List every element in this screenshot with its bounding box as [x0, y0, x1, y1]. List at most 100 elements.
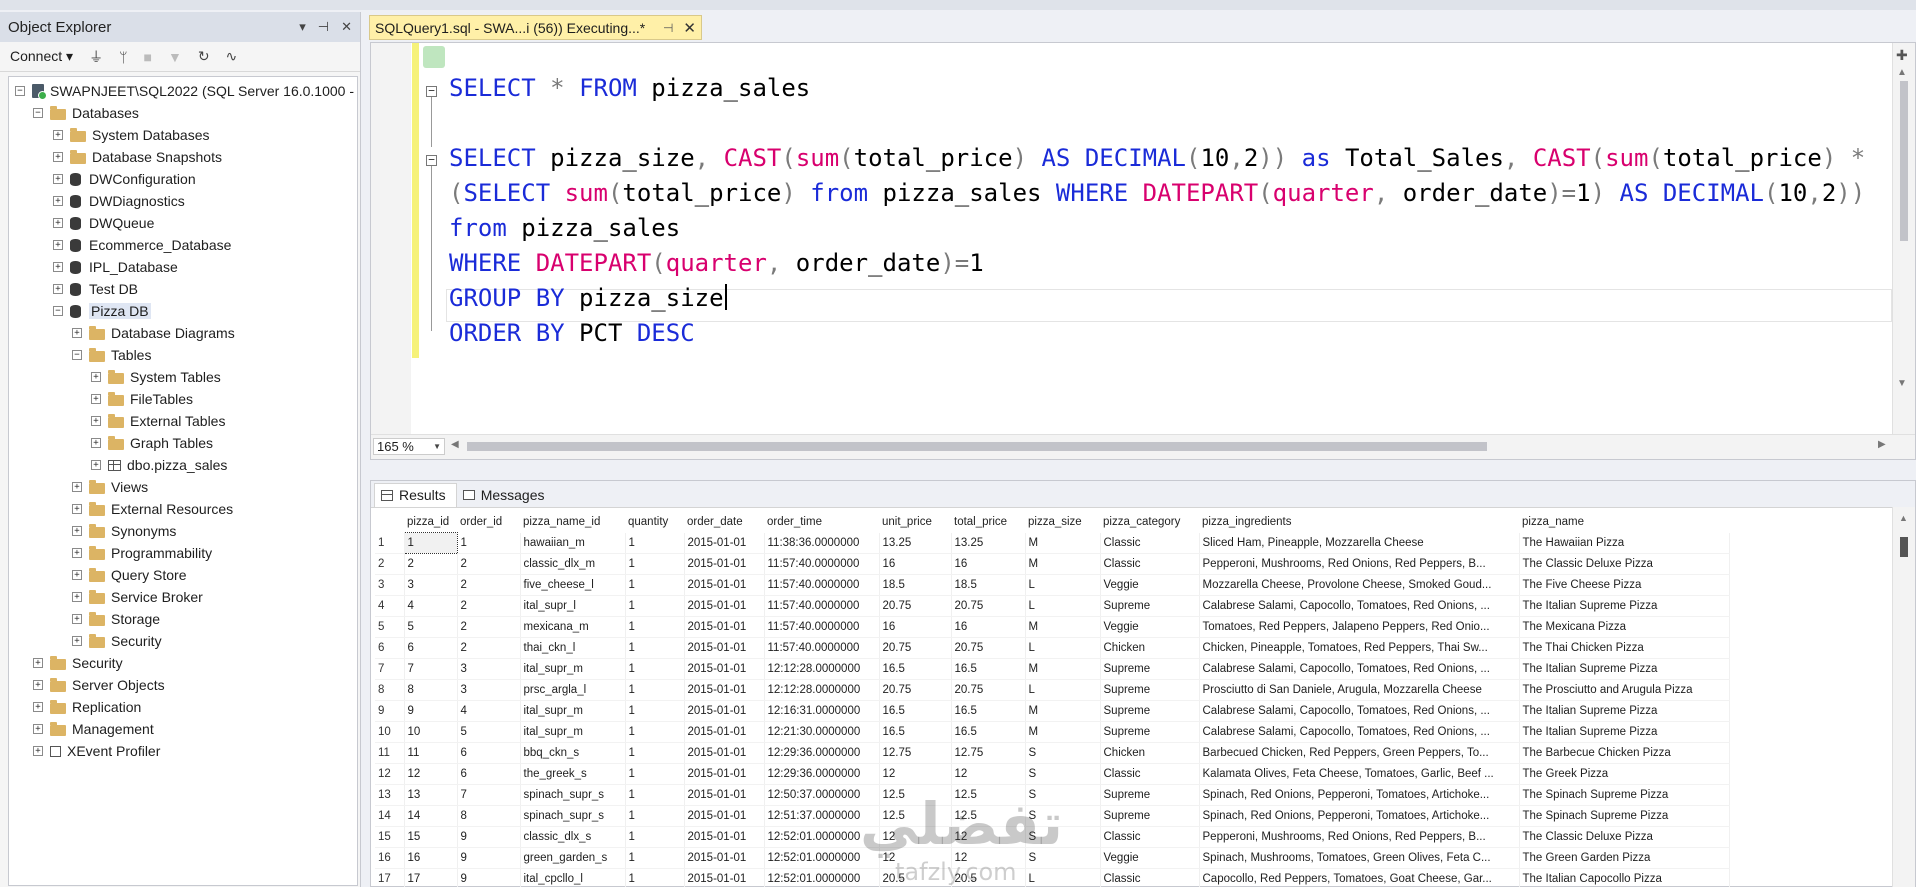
table-cell[interactable]: 5 [457, 721, 521, 743]
table-cell[interactable]: 12:29:36.0000000 [764, 763, 880, 785]
window-position-dropdown-icon[interactable]: ▾ [299, 19, 306, 35]
table-cell[interactable]: 16 [879, 553, 952, 575]
expand-icon[interactable]: + [72, 328, 82, 338]
results-vertical-scrollbar[interactable]: ▲ [1892, 507, 1915, 887]
scroll-left-arrow-icon[interactable]: ◀ [451, 439, 459, 450]
table-cell[interactable]: 2 [404, 553, 458, 575]
table-cell[interactable]: 1 [625, 784, 685, 806]
table-cell[interactable]: 2015-01-01 [684, 868, 765, 887]
table-cell[interactable]: 12.75 [951, 742, 1026, 764]
table-cell[interactable]: 12:52:01.0000000 [764, 826, 880, 848]
column-header[interactable]: total_price [951, 512, 1025, 533]
table-cell[interactable]: 12.75 [879, 742, 952, 764]
table-cell[interactable]: 12.5 [951, 784, 1026, 806]
table-cell[interactable]: 1 [625, 826, 685, 848]
refresh-icon[interactable]: ↻ [198, 48, 210, 65]
table-cell[interactable]: Mozzarella Cheese, Provolone Cheese, Smo… [1199, 574, 1520, 596]
table-cell[interactable]: Calabrese Salami, Capocollo, Tomatoes, R… [1199, 595, 1520, 617]
tree-item[interactable]: + Database Snapshots [9, 146, 357, 168]
table-row[interactable]: 11 11 6 bbq_ckn_s 1 2015-01-01 12:29:36.000000… [375, 742, 1730, 764]
table-cell[interactable]: 2 [457, 553, 521, 575]
table-cell[interactable]: Chicken [1100, 742, 1200, 764]
table-cell[interactable]: 20.75 [951, 595, 1026, 617]
tree-item[interactable]: + Database Diagrams [9, 322, 357, 344]
table-row[interactable]: 10 10 5 ital_supr_m 1 2015-01-01 12:21:30.0000… [375, 721, 1730, 743]
results-grid[interactable]: pizza_id order_id pizza_name_id quantity ord… [375, 512, 1730, 887]
table-cell[interactable]: 13 [404, 784, 458, 806]
table-cell[interactable]: S [1025, 763, 1101, 785]
table-cell[interactable]: five_cheese_l [520, 574, 626, 596]
table-cell[interactable]: 12 [879, 763, 952, 785]
table-cell[interactable]: 16.5 [879, 700, 952, 722]
table-cell[interactable]: 10 [404, 721, 458, 743]
table-cell[interactable]: Supreme [1100, 658, 1200, 680]
table-cell[interactable]: Classic [1100, 826, 1200, 848]
table-cell[interactable]: 11:57:40.0000000 [764, 574, 880, 596]
table-cell[interactable]: Classic [1100, 553, 1200, 575]
expand-icon[interactable]: + [72, 504, 82, 514]
table-cell[interactable]: M [1025, 700, 1101, 722]
table-cell[interactable]: 6 [457, 763, 521, 785]
tree-item[interactable]: + Query Store [9, 564, 357, 586]
table-cell[interactable]: 9 [457, 868, 521, 887]
tree-item[interactable]: + System Databases [9, 124, 357, 146]
table-cell[interactable]: 20.75 [879, 595, 952, 617]
table-cell[interactable]: L [1025, 574, 1101, 596]
table-cell[interactable]: mexicana_m [520, 616, 626, 638]
table-cell[interactable]: 6 [404, 637, 458, 659]
query-tab[interactable]: SQLQuery1.sql - SWA...i (56)) Executing.… [369, 15, 702, 40]
table-row[interactable]: 14 14 8 spinach_supr_s 1 2015-01-01 12:51:37.0… [375, 805, 1730, 827]
table-cell[interactable]: Supreme [1100, 805, 1200, 827]
table-cell[interactable]: S [1025, 826, 1101, 848]
expand-icon[interactable]: + [53, 262, 63, 272]
table-cell[interactable]: 20.75 [879, 679, 952, 701]
table-cell[interactable]: Calabrese Salami, Capocollo, Tomatoes, R… [1199, 700, 1520, 722]
table-cell[interactable]: 15 [404, 826, 458, 848]
tree-item[interactable]: + Storage [9, 608, 357, 630]
table-cell[interactable]: 12.5 [951, 805, 1026, 827]
expand-icon[interactable]: + [33, 658, 43, 668]
table-cell[interactable]: The Spinach Supreme Pizza [1519, 805, 1730, 827]
expand-icon[interactable]: + [91, 394, 101, 404]
table-cell[interactable]: 4 [457, 700, 521, 722]
pin-icon[interactable]: ⊣ [318, 19, 329, 35]
table-cell[interactable]: 1 [625, 658, 685, 680]
table-cell[interactable]: M [1025, 616, 1101, 638]
table-row[interactable]: 15 15 9 classic_dlx_s 1 2015-01-01 12:52:01.00… [375, 826, 1730, 848]
table-cell[interactable]: 11:57:40.0000000 [764, 595, 880, 617]
scroll-thumb[interactable] [1900, 81, 1908, 241]
table-cell[interactable]: The Mexicana Pizza [1519, 616, 1730, 638]
scroll-up-arrow-icon[interactable]: ▲ [1899, 513, 1908, 523]
table-cell[interactable]: Chicken, Pineapple, Tomatoes, Red Pepper… [1199, 637, 1520, 659]
table-cell[interactable]: green_garden_s [520, 847, 626, 869]
table-cell[interactable]: 16 [404, 847, 458, 869]
column-header[interactable]: pizza_category [1100, 512, 1199, 533]
table-cell[interactable]: 12 [879, 847, 952, 869]
collapse-icon[interactable]: − [15, 86, 25, 96]
table-cell[interactable]: 1 [625, 637, 685, 659]
column-header[interactable]: order_id [457, 512, 520, 533]
tree-item[interactable]: + dbo.pizza_sales [9, 454, 357, 476]
scroll-right-arrow-icon[interactable]: ▶ [1878, 439, 1886, 450]
table-cell[interactable]: 1 [625, 742, 685, 764]
table-cell[interactable]: 12 [404, 763, 458, 785]
table-cell[interactable]: 3 [457, 658, 521, 680]
connect-button[interactable]: Connect ▾ [10, 48, 73, 65]
table-cell[interactable]: 12 [951, 763, 1026, 785]
expand-icon[interactable]: + [33, 680, 43, 690]
expand-icon[interactable]: + [33, 724, 43, 734]
tree-item[interactable]: + DWConfiguration [9, 168, 357, 190]
table-cell[interactable]: 1 [625, 532, 685, 554]
table-cell[interactable]: 2015-01-01 [684, 763, 765, 785]
table-cell[interactable]: 12 [879, 826, 952, 848]
table-cell[interactable]: M [1025, 532, 1101, 554]
collapse-icon[interactable]: − [72, 350, 82, 360]
table-cell[interactable]: 1 [457, 532, 521, 554]
table-cell[interactable]: 16.5 [879, 721, 952, 743]
table-cell[interactable]: Veggie [1100, 616, 1200, 638]
table-cell[interactable]: The Prosciutto and Arugula Pizza [1519, 679, 1730, 701]
editor-vertical-scrollbar[interactable]: ✚ ▲ ▼ [1892, 43, 1915, 459]
table-cell[interactable]: ital_supr_m [520, 721, 626, 743]
table-cell[interactable]: L [1025, 595, 1101, 617]
tree-item[interactable]: + External Resources [9, 498, 357, 520]
